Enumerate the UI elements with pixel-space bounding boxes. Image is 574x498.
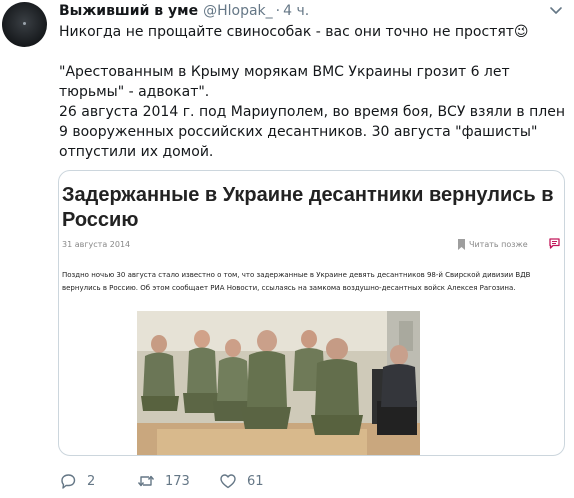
retweet-count: 173 xyxy=(165,473,190,489)
tweet-line: 26 августа 2014 г. под Мариуполем, во вр… xyxy=(59,104,565,120)
heart-icon[interactable] xyxy=(219,472,237,490)
author-name[interactable]: Выживший в уме xyxy=(59,3,198,19)
read-later-link[interactable]: Читать позже xyxy=(469,240,528,249)
avatar[interactable] xyxy=(2,2,47,47)
link-card[interactable]: Задержанные в Украине десантники вернули… xyxy=(58,170,565,456)
retweet-icon[interactable] xyxy=(137,472,155,490)
card-headline[interactable]: Задержанные в Украине десантники вернули… xyxy=(62,183,562,233)
tweet-line: "Арестованным в Крыму морякам ВМС Украин… xyxy=(59,64,510,80)
header-separator: · xyxy=(275,3,281,19)
retweet-action[interactable]: 173 xyxy=(137,471,190,491)
chevron-down-icon[interactable] xyxy=(549,3,563,17)
reply-icon[interactable] xyxy=(59,472,77,490)
tweet-time[interactable]: 4 ч. xyxy=(283,3,309,19)
author-handle[interactable]: @Hlopak_ xyxy=(203,3,273,19)
card-date: 31 августа 2014 xyxy=(62,240,131,249)
article-photo-drawing xyxy=(137,311,420,455)
tweet-actions: 2 173 61 xyxy=(59,471,564,491)
tweet-header: Выживший в уме @Hlopak_ · 4 ч. xyxy=(59,2,309,20)
tweet-line: тюрьмы" - адвокат". xyxy=(59,84,210,100)
comment-icon[interactable] xyxy=(549,238,560,249)
avatar-dot xyxy=(23,22,26,25)
reply-count: 2 xyxy=(87,473,96,489)
tweet-line: отпустили их домой. xyxy=(59,144,214,160)
article-photo xyxy=(137,311,420,455)
tweet-line: 9 вооруженных российских десантников. 30… xyxy=(59,124,538,140)
tweet-text: Никогда не прощайте свинособак - вас они… xyxy=(59,22,565,162)
card-article-text: Поздно ночью 30 августа стало известно о… xyxy=(62,271,531,292)
like-action[interactable]: 61 xyxy=(219,471,264,491)
bookmark-icon[interactable] xyxy=(458,239,465,250)
reply-action[interactable]: 2 xyxy=(59,471,95,491)
like-count: 61 xyxy=(247,473,264,489)
tweet-line: Никогда не прощайте свинособак - вас они… xyxy=(59,24,529,40)
